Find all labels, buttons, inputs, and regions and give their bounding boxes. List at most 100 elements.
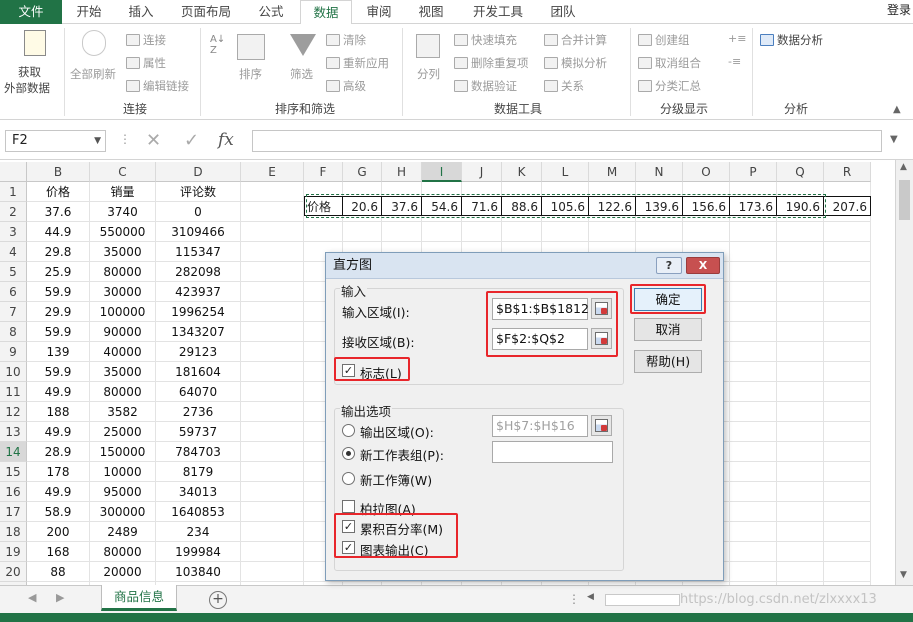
- row-header[interactable]: 7: [0, 302, 27, 322]
- split-column-button[interactable]: 分列: [408, 30, 448, 90]
- new-workbook-radio[interactable]: [342, 472, 355, 485]
- cell-c4[interactable]: 35000: [90, 242, 156, 262]
- cell-c18[interactable]: 2489: [90, 522, 156, 542]
- bin-cell-n2[interactable]: 139.6: [636, 196, 683, 216]
- cell-b16[interactable]: 49.9: [27, 482, 90, 502]
- cell-q5[interactable]: [777, 262, 824, 282]
- row-header[interactable]: 4: [0, 242, 27, 262]
- labels-checkbox[interactable]: ✓: [342, 364, 355, 377]
- cell-e5[interactable]: [241, 262, 304, 282]
- column-header-c[interactable]: C: [90, 162, 156, 182]
- cell-q13[interactable]: [777, 422, 824, 442]
- cell-p16[interactable]: [730, 482, 777, 502]
- cell-b2[interactable]: 37.6: [27, 202, 90, 222]
- column-header-l[interactable]: L: [542, 162, 589, 182]
- consolidate-button[interactable]: 合并计算: [544, 32, 607, 48]
- cell-e18[interactable]: [241, 522, 304, 542]
- row-header[interactable]: 2: [0, 202, 27, 222]
- cell-c3[interactable]: 550000: [90, 222, 156, 242]
- column-header-h[interactable]: H: [382, 162, 422, 182]
- collapse-ribbon-icon[interactable]: ▲: [893, 104, 901, 115]
- cell-q19[interactable]: [777, 542, 824, 562]
- cell-c20[interactable]: 20000: [90, 562, 156, 582]
- cell-r13[interactable]: [824, 422, 871, 442]
- column-header-j[interactable]: J: [462, 162, 502, 182]
- row-header[interactable]: 18: [0, 522, 27, 542]
- tab-team[interactable]: 团队: [540, 0, 586, 24]
- cell-p8[interactable]: [730, 322, 777, 342]
- cell-b8[interactable]: 59.9: [27, 322, 90, 342]
- tab-data[interactable]: 数据: [300, 0, 352, 25]
- cell-b6[interactable]: 59.9: [27, 282, 90, 302]
- cell-p7[interactable]: [730, 302, 777, 322]
- cell-d8[interactable]: 1343207: [156, 322, 241, 342]
- cancel-button[interactable]: 取消: [634, 318, 702, 341]
- cell-q11[interactable]: [777, 382, 824, 402]
- row-header[interactable]: 12: [0, 402, 27, 422]
- clear-button[interactable]: 清除: [326, 32, 366, 48]
- input-range-field[interactable]: $B$1:$B$1812: [492, 298, 589, 320]
- row-header[interactable]: 11: [0, 382, 27, 402]
- row-header[interactable]: 13: [0, 422, 27, 442]
- cell-q3[interactable]: [777, 222, 824, 242]
- cell-d16[interactable]: 34013: [156, 482, 241, 502]
- cell-p14[interactable]: [730, 442, 777, 462]
- cell-p18[interactable]: [730, 522, 777, 542]
- row-header[interactable]: 9: [0, 342, 27, 362]
- cell-p13[interactable]: [730, 422, 777, 442]
- row-header[interactable]: 3: [0, 222, 27, 242]
- cell-b17[interactable]: 58.9: [27, 502, 90, 522]
- cell-e17[interactable]: [241, 502, 304, 522]
- cell-f3[interactable]: [304, 222, 343, 242]
- cell-d18[interactable]: 234: [156, 522, 241, 542]
- column-header-r[interactable]: R: [824, 162, 871, 182]
- flash-fill-button[interactable]: 快速填充: [454, 32, 517, 48]
- help-icon[interactable]: ?: [656, 257, 682, 274]
- cell-d9[interactable]: 29123: [156, 342, 241, 362]
- cell-e19[interactable]: [241, 542, 304, 562]
- cumulative-percentage-checkbox[interactable]: ✓: [342, 520, 355, 533]
- tab-review[interactable]: 审阅: [356, 0, 402, 24]
- column-header-q[interactable]: Q: [777, 162, 824, 182]
- cell-q10[interactable]: [777, 362, 824, 382]
- cell-d13[interactable]: 59737: [156, 422, 241, 442]
- data-analysis-button[interactable]: 数据分析: [760, 32, 823, 48]
- bin-cell-h2[interactable]: 37.6: [382, 196, 422, 216]
- cell-d20[interactable]: 103840: [156, 562, 241, 582]
- vertical-scrollbar[interactable]: ▲ ▼: [895, 160, 913, 585]
- help-button[interactable]: 帮助(H): [634, 350, 702, 373]
- cell-d4[interactable]: 115347: [156, 242, 241, 262]
- show-detail-icon[interactable]: +≡: [728, 32, 746, 45]
- cell-b9[interactable]: 139: [27, 342, 90, 362]
- column-header-e[interactable]: E: [241, 162, 304, 182]
- ungroup-button[interactable]: 取消组合: [638, 55, 701, 71]
- cell-b18[interactable]: 200: [27, 522, 90, 542]
- tab-file[interactable]: 文件: [0, 0, 62, 24]
- tab-home[interactable]: 开始: [66, 0, 112, 24]
- cell-p12[interactable]: [730, 402, 777, 422]
- cell-p10[interactable]: [730, 362, 777, 382]
- cell-o3[interactable]: [683, 222, 730, 242]
- cell-r6[interactable]: [824, 282, 871, 302]
- row-header[interactable]: 5: [0, 262, 27, 282]
- get-external-data-button[interactable]: 获取 外部数据: [2, 26, 66, 98]
- cell-q16[interactable]: [777, 482, 824, 502]
- row-header[interactable]: 1: [0, 182, 27, 202]
- cell-j3[interactable]: [462, 222, 502, 242]
- column-header-b[interactable]: B: [27, 162, 90, 182]
- cell-p11[interactable]: [730, 382, 777, 402]
- cell-c7[interactable]: 100000: [90, 302, 156, 322]
- cell-e8[interactable]: [241, 322, 304, 342]
- enter-icon[interactable]: ✓: [184, 130, 199, 151]
- cell-b4[interactable]: 29.8: [27, 242, 90, 262]
- row-header[interactable]: 8: [0, 322, 27, 342]
- bin-cell-r2[interactable]: 207.6: [824, 196, 871, 216]
- cell-e2[interactable]: [241, 202, 304, 222]
- column-header-d[interactable]: D: [156, 162, 241, 182]
- cell-e6[interactable]: [241, 282, 304, 302]
- cell-e20[interactable]: [241, 562, 304, 582]
- hide-detail-icon[interactable]: -≡: [728, 55, 741, 68]
- cell-r9[interactable]: [824, 342, 871, 362]
- cell-r16[interactable]: [824, 482, 871, 502]
- insert-function-icon[interactable]: fx: [218, 130, 234, 150]
